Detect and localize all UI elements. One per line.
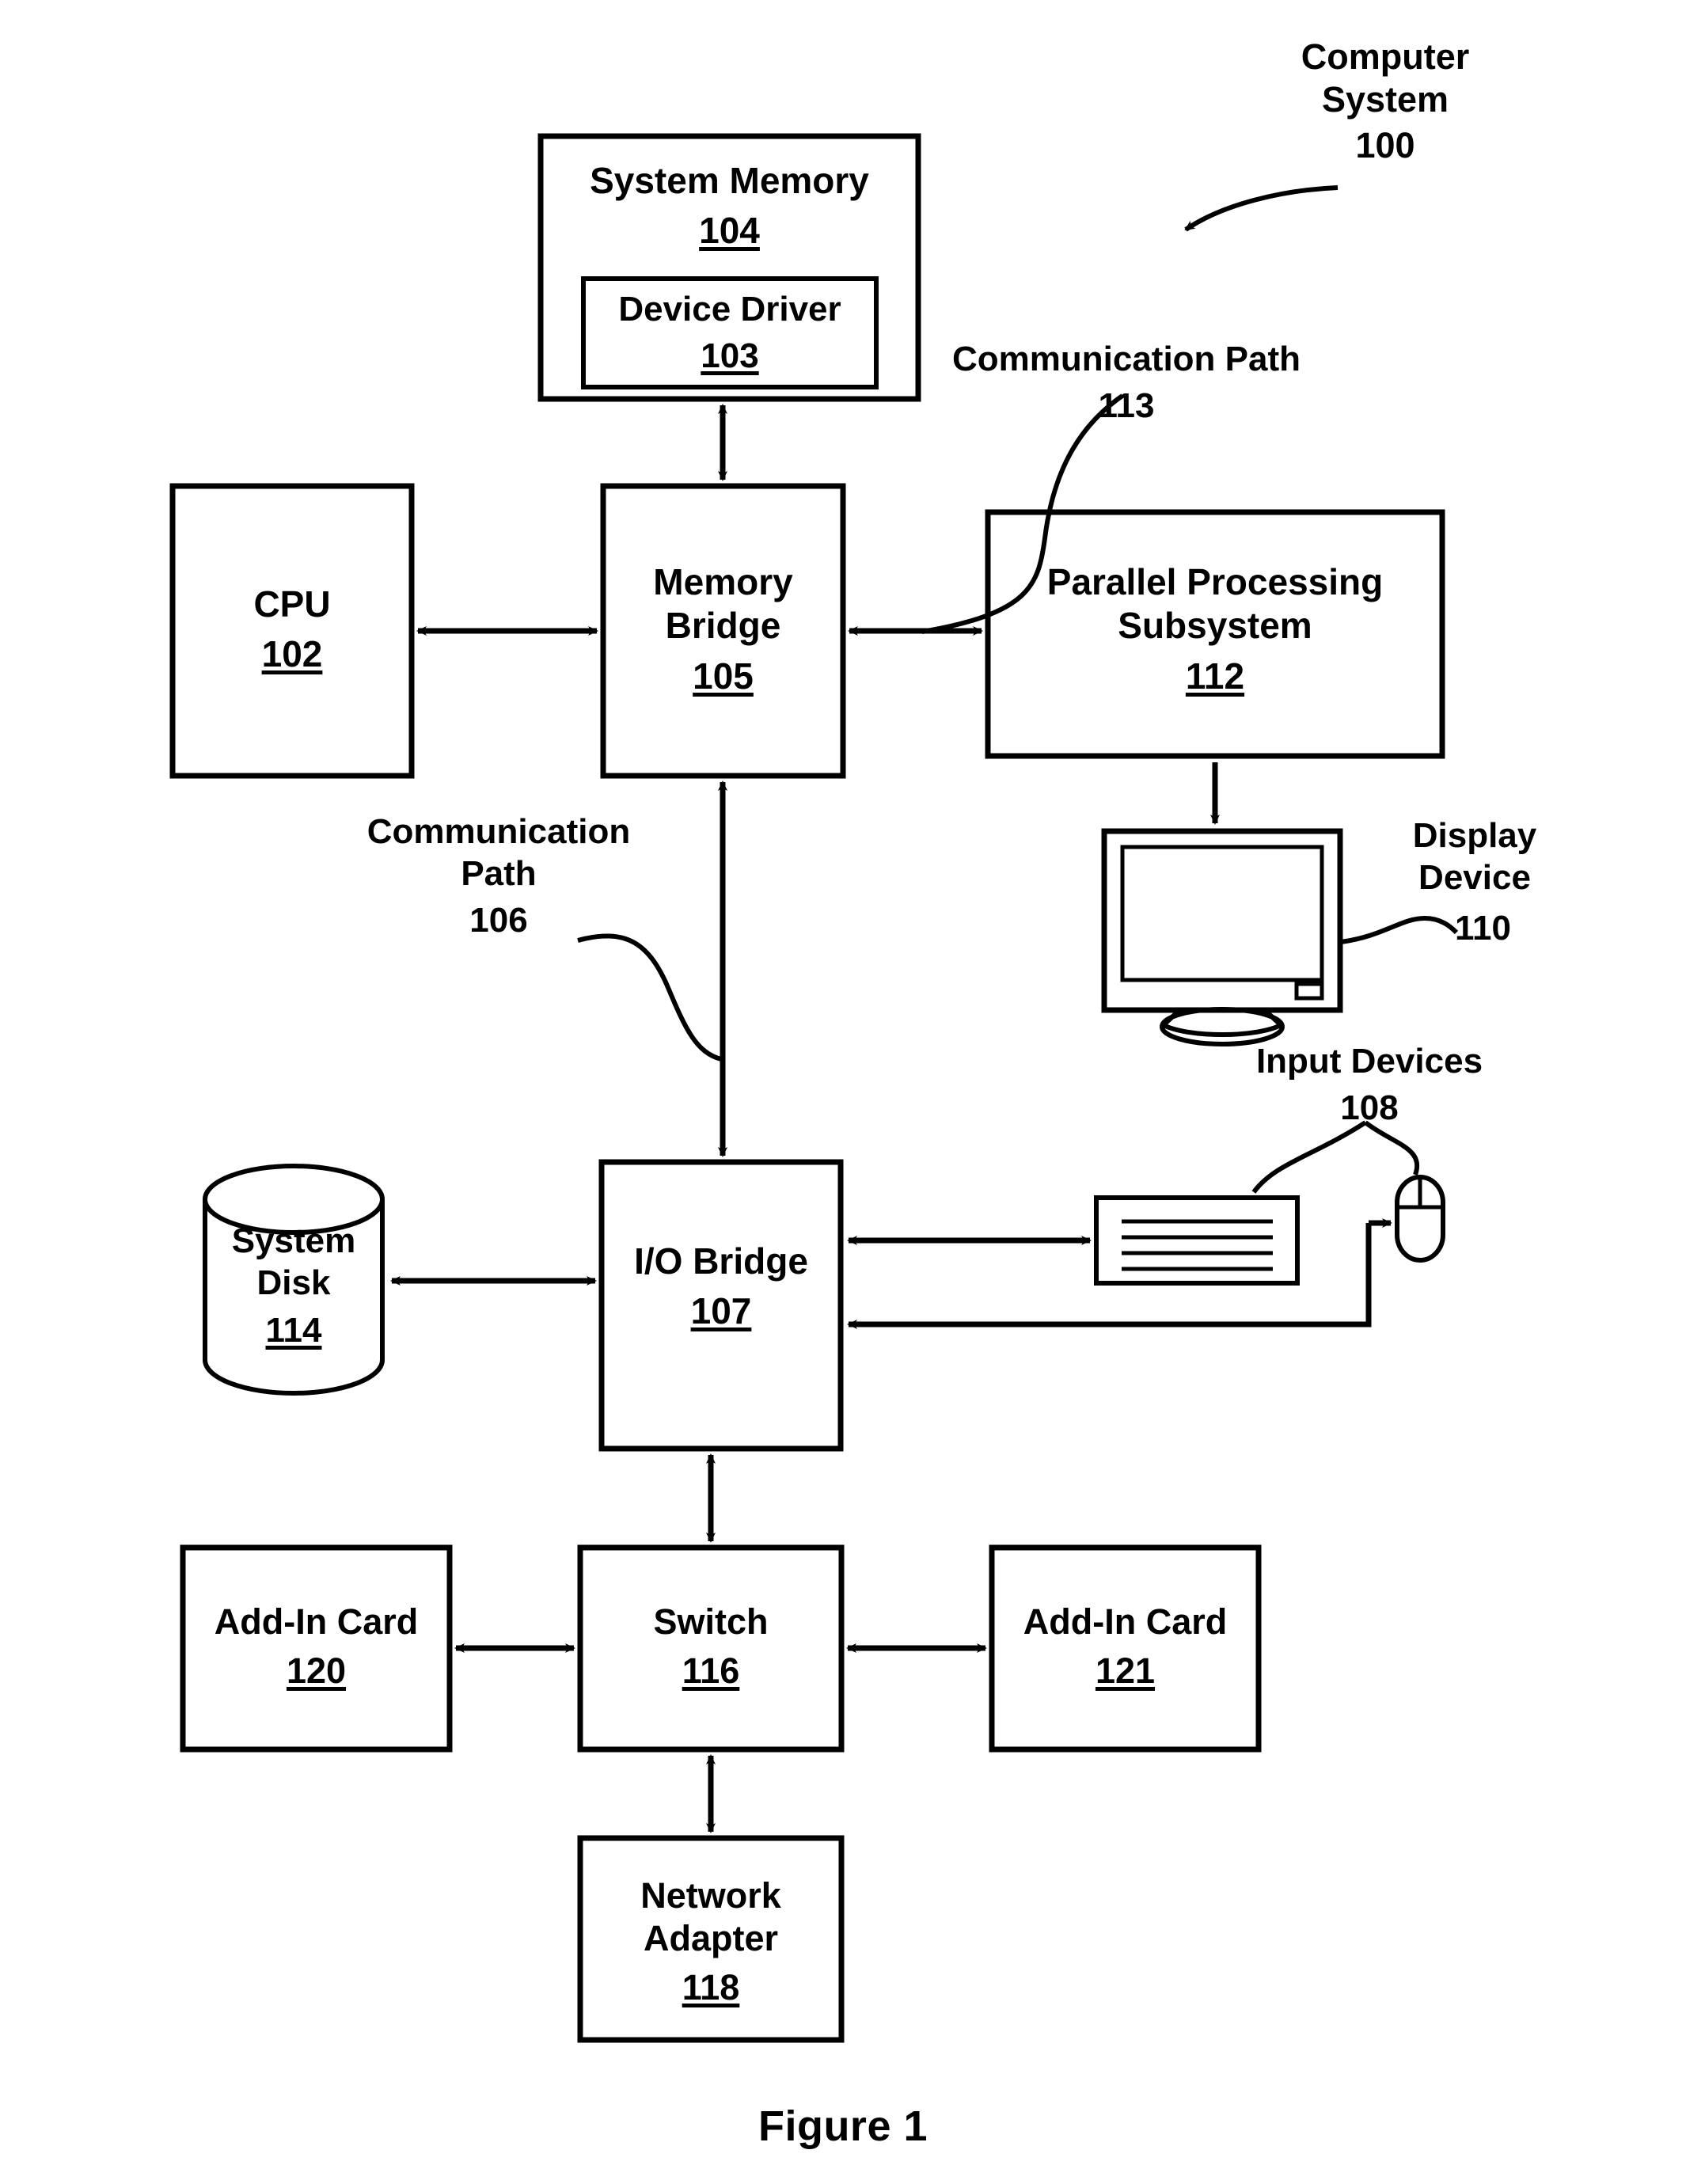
device-driver-title: Device Driver xyxy=(618,290,841,329)
add-in-card-120-number: 120 xyxy=(286,1650,347,1691)
pps-title-line2: Subsystem xyxy=(1118,605,1312,647)
system-disk-number: 114 xyxy=(265,1311,322,1350)
switch-label: Switch 116 xyxy=(580,1575,841,1718)
device-driver-number: 103 xyxy=(701,336,759,375)
leader-computer-system-100 xyxy=(1184,185,1339,232)
computer-system-label-line1: Computer xyxy=(1301,36,1470,77)
leader-display-device-110 xyxy=(1340,915,1459,944)
comm-path-106-line1: Communication xyxy=(366,812,631,851)
system-disk-title-line1: System xyxy=(231,1221,356,1260)
network-adapter-label: Network Adapter 118 xyxy=(580,1856,841,2026)
comm-path-113-label: Communication Path xyxy=(951,340,1301,378)
io-bridge-label: I/O Bridge 107 xyxy=(602,1219,841,1354)
input-devices-number: 108 xyxy=(1340,1088,1399,1127)
io-bridge-title: I/O Bridge xyxy=(634,1240,808,1282)
system-disk-title-line2: Disk xyxy=(256,1263,331,1302)
patent-figure-page: Computer System 100 System Memory 104 De… xyxy=(0,0,1686,2184)
memory-bridge-label: Memory Bridge 105 xyxy=(603,546,843,712)
network-adapter-number: 118 xyxy=(682,1966,740,2007)
leader-comm-path-106 xyxy=(577,933,722,1062)
computer-system-number: 100 xyxy=(1355,125,1415,165)
switch-number: 116 xyxy=(682,1650,740,1691)
display-device-line1: Display xyxy=(1412,816,1537,855)
network-adapter-title-line2: Adapter xyxy=(643,1917,779,1958)
figure-caption: Figure 1 xyxy=(758,2102,928,2150)
display-device-number: 110 xyxy=(1455,909,1511,948)
system-memory-title: System Memory xyxy=(590,159,869,201)
cpu-title: CPU xyxy=(253,583,331,625)
input-devices-label: Input Devices xyxy=(1255,1042,1483,1081)
network-adapter-title-line1: Network xyxy=(640,1874,781,1916)
leader-input-devices-108 xyxy=(1251,1120,1367,1194)
add-in-card-121-title: Add-In Card xyxy=(1023,1601,1228,1642)
add-in-card-121-label: Add-In Card 121 xyxy=(992,1575,1259,1718)
add-in-card-120-label: Add-In Card 120 xyxy=(183,1575,450,1718)
keyboard-icon xyxy=(1094,1195,1300,1286)
memory-bridge-title-line1: Memory xyxy=(653,561,793,603)
comm-path-106-line2: Path xyxy=(461,853,537,893)
system-memory-label: System Memory 104 xyxy=(541,146,918,265)
computer-system-callout: Computer System 100 xyxy=(1251,36,1520,167)
cpu-label: CPU 102 xyxy=(173,570,412,689)
display-device-number-callout: 110 xyxy=(1455,908,1574,950)
leader-input-devices-108b xyxy=(1364,1120,1420,1176)
display-device-icon xyxy=(1101,828,1343,1046)
add-in-card-121-number: 121 xyxy=(1095,1650,1156,1691)
switch-title: Switch xyxy=(653,1601,769,1642)
comm-path-106-number: 106 xyxy=(469,900,528,940)
comm-path-113-number: 113 xyxy=(1098,386,1155,425)
memory-bridge-title-line2: Bridge xyxy=(665,605,781,647)
io-bridge-number: 107 xyxy=(690,1290,752,1331)
system-memory-number: 104 xyxy=(699,210,760,251)
display-device-line2: Device xyxy=(1418,857,1531,897)
comm-path-113-callout: Communication Path 113 xyxy=(905,339,1348,427)
system-disk-label: System Disk 114 xyxy=(205,1203,382,1369)
mouse-icon xyxy=(1395,1175,1445,1263)
device-driver-label: Device Driver 103 xyxy=(583,283,876,384)
input-devices-callout: Input Devices 108 xyxy=(1203,1041,1536,1130)
comm-path-106-callout: Communication Path 106 xyxy=(332,811,665,941)
computer-system-label-line2: System xyxy=(1321,79,1449,120)
parallel-processing-subsystem-label: Parallel Processing Subsystem 112 xyxy=(988,546,1442,712)
pps-title-line1: Parallel Processing xyxy=(1046,561,1384,603)
display-device-callout: Display Device xyxy=(1360,815,1589,899)
pps-number: 112 xyxy=(1185,655,1245,697)
cpu-number: 102 xyxy=(261,633,323,674)
add-in-card-120-title: Add-In Card xyxy=(214,1601,419,1642)
memory-bridge-number: 105 xyxy=(693,655,754,697)
